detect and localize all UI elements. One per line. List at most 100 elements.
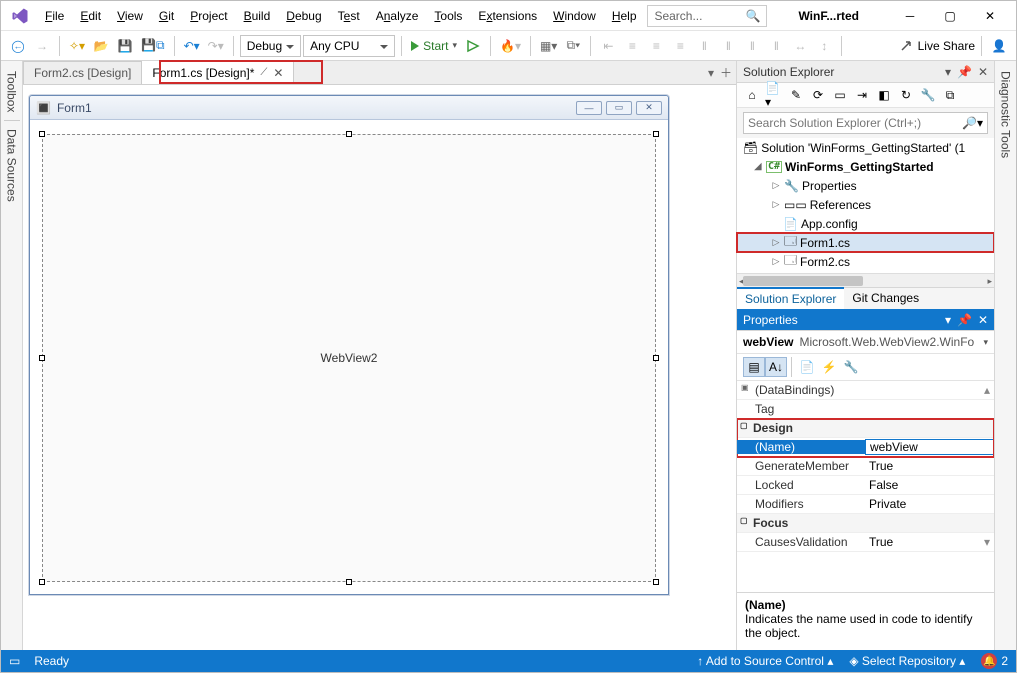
data-sources-tab[interactable]: Data Sources <box>4 123 20 208</box>
properties-icon[interactable]: 🔧 <box>919 86 937 104</box>
collapse-icon[interactable]: ⇥ <box>853 86 871 104</box>
select-repository-button[interactable]: ◈ Select Repository ▴ <box>849 654 965 668</box>
home-icon[interactable]: ⌂ <box>743 86 761 104</box>
nav-back-button[interactable]: ◯← <box>7 35 29 57</box>
tab-overflow-icon[interactable]: ▾ <box>708 66 714 80</box>
redo-button[interactable]: ↷▾ <box>205 35 227 57</box>
properties-node[interactable]: ▷🔧Properties <box>737 176 994 195</box>
menu-analyze[interactable]: Analyze <box>368 5 427 27</box>
diagnostic-tools-tab[interactable]: Diagnostic Tools <box>998 65 1014 164</box>
solution-search-input[interactable] <box>748 116 962 130</box>
account-icon[interactable]: 👤 <box>988 35 1010 57</box>
resize-handle[interactable] <box>653 355 659 361</box>
menu-help[interactable]: Help <box>604 5 645 27</box>
menu-build[interactable]: Build <box>236 5 279 27</box>
webview2-control[interactable]: WebView2 <box>42 134 656 582</box>
tree-scrollbar[interactable]: ◂▸ <box>737 273 994 287</box>
form-designer-surface[interactable]: 🔳 Form1 — ▭ ✕ WebView2 <box>23 85 736 650</box>
dropdown-icon[interactable]: ▾ <box>983 337 988 348</box>
startup-project-display[interactable]: WinF...rted <box>787 6 870 26</box>
menu-window[interactable]: Window <box>545 5 604 27</box>
plus-icon[interactable]: ＋ <box>720 64 732 81</box>
menu-debug[interactable]: Debug <box>278 5 329 27</box>
sync-icon[interactable]: ⟳ <box>809 86 827 104</box>
pin-icon[interactable]: 📌 <box>957 65 972 79</box>
layout-opt-icon[interactable]: ⧉▾ <box>562 35 584 57</box>
menu-edit[interactable]: Edit <box>72 5 109 27</box>
start-no-debug-button[interactable] <box>462 35 484 57</box>
collapse-icon[interactable]: ◢ <box>753 161 763 172</box>
resize-handle[interactable] <box>653 131 659 137</box>
filter-icon[interactable]: ▭ <box>831 86 849 104</box>
show-all-icon[interactable]: ◧ <box>875 86 893 104</box>
pending-icon[interactable]: ✎ <box>787 86 805 104</box>
menu-extensions[interactable]: Extensions <box>470 5 545 27</box>
window-minimize-button[interactable]: ─ <box>890 2 930 30</box>
undo-button[interactable]: ↶▾ <box>181 35 203 57</box>
menu-git[interactable]: Git <box>151 5 182 27</box>
events-icon[interactable]: ⚡ <box>818 357 840 377</box>
new-item-button[interactable]: ✧▾ <box>66 35 88 57</box>
menu-tools[interactable]: Tools <box>426 5 470 27</box>
resize-handle[interactable] <box>39 131 45 137</box>
open-button[interactable]: 📂 <box>90 35 112 57</box>
config-combo[interactable]: Debug <box>240 35 301 57</box>
prop-databindings[interactable]: (DataBindings)▴ <box>737 381 994 400</box>
resize-handle[interactable] <box>39 355 45 361</box>
preview-icon[interactable]: ⧉ <box>941 86 959 104</box>
prop-cat-design[interactable]: Design <box>737 419 994 438</box>
platform-combo[interactable]: Any CPU <box>303 35 395 57</box>
prop-generatemember[interactable]: GenerateMemberTrue <box>737 457 994 476</box>
pin-icon[interactable]: 📌 <box>957 313 972 327</box>
nav-forward-button[interactable]: → <box>31 35 53 57</box>
save-button[interactable]: 💾 <box>114 35 136 57</box>
doc-tab-form2[interactable]: Form2.cs [Design] <box>23 61 142 84</box>
menu-test[interactable]: Test <box>330 5 368 27</box>
close-icon[interactable]: ✕ <box>978 313 988 327</box>
prop-name[interactable]: (Name)webView <box>737 438 994 457</box>
toolbox-tab[interactable]: Toolbox <box>4 65 20 118</box>
save-all-button[interactable]: 💾⧉ <box>138 35 168 57</box>
window-close-button[interactable]: ✕ <box>970 2 1010 30</box>
solution-tree[interactable]: 🗃 Solution 'WinForms_GettingStarted' (1 … <box>737 138 994 273</box>
menu-project[interactable]: Project <box>182 5 235 27</box>
form2-node[interactable]: ▷🗔Form2.cs <box>737 252 994 271</box>
properties-object-selector[interactable]: webView Microsoft.Web.WebView2.WinFo ▾ <box>737 331 994 354</box>
alpha-sort-icon[interactable]: A↓ <box>765 357 787 377</box>
close-icon[interactable]: ✕ <box>978 65 988 79</box>
prop-modifiers[interactable]: ModifiersPrivate <box>737 495 994 514</box>
property-grid[interactable]: (DataBindings)▴ Tag Design (Name)webView… <box>737 381 994 592</box>
panel-options-icon[interactable]: ▾ <box>945 65 951 79</box>
tab-solution-explorer[interactable]: Solution Explorer <box>737 287 844 309</box>
menu-view[interactable]: View <box>109 5 151 27</box>
resize-handle[interactable] <box>346 579 352 585</box>
properties-mode-icon[interactable]: 📄 <box>796 357 818 377</box>
tab-git-changes[interactable]: Git Changes <box>844 288 927 309</box>
hot-reload-button[interactable]: 🔥▾ <box>497 35 524 57</box>
solution-search-box[interactable]: 🔎▾ <box>743 112 988 134</box>
categorized-icon[interactable]: ▤ <box>743 357 765 377</box>
start-debug-button[interactable]: Start ▾ <box>408 35 460 57</box>
resize-handle[interactable] <box>653 579 659 585</box>
add-source-control-button[interactable]: ↑ Add to Source Control ▴ <box>697 654 833 668</box>
prop-locked[interactable]: LockedFalse <box>737 476 994 495</box>
prop-wrench-icon[interactable]: 🔧 <box>840 357 862 377</box>
form1-node[interactable]: ▷🗔Form1.cs <box>737 233 994 252</box>
panel-options-icon[interactable]: ▾ <box>945 313 951 327</box>
search-box[interactable]: Search... 🔍 <box>647 5 767 27</box>
window-maximize-button[interactable]: ▢ <box>930 2 970 30</box>
menu-file[interactable]: File <box>37 5 72 27</box>
prop-causesvalidation[interactable]: CausesValidationTrue▾ <box>737 533 994 552</box>
references-node[interactable]: ▷▭▭References <box>737 195 994 214</box>
prop-cat-focus[interactable]: Focus <box>737 514 994 533</box>
appconfig-node[interactable]: 📄App.config <box>737 214 994 233</box>
resize-handle[interactable] <box>346 131 352 137</box>
switch-views-icon[interactable]: 📄▾ <box>765 86 783 104</box>
live-share-button[interactable]: Live Share <box>899 39 975 53</box>
layout-grid-icon[interactable]: ▦▾ <box>537 35 560 57</box>
notification-bell-icon[interactable]: 🔔 <box>981 653 997 669</box>
prop-tag[interactable]: Tag <box>737 400 994 419</box>
solution-node[interactable]: 🗃 Solution 'WinForms_GettingStarted' (1 <box>737 138 994 157</box>
refresh-icon[interactable]: ↻ <box>897 86 915 104</box>
resize-handle[interactable] <box>39 579 45 585</box>
